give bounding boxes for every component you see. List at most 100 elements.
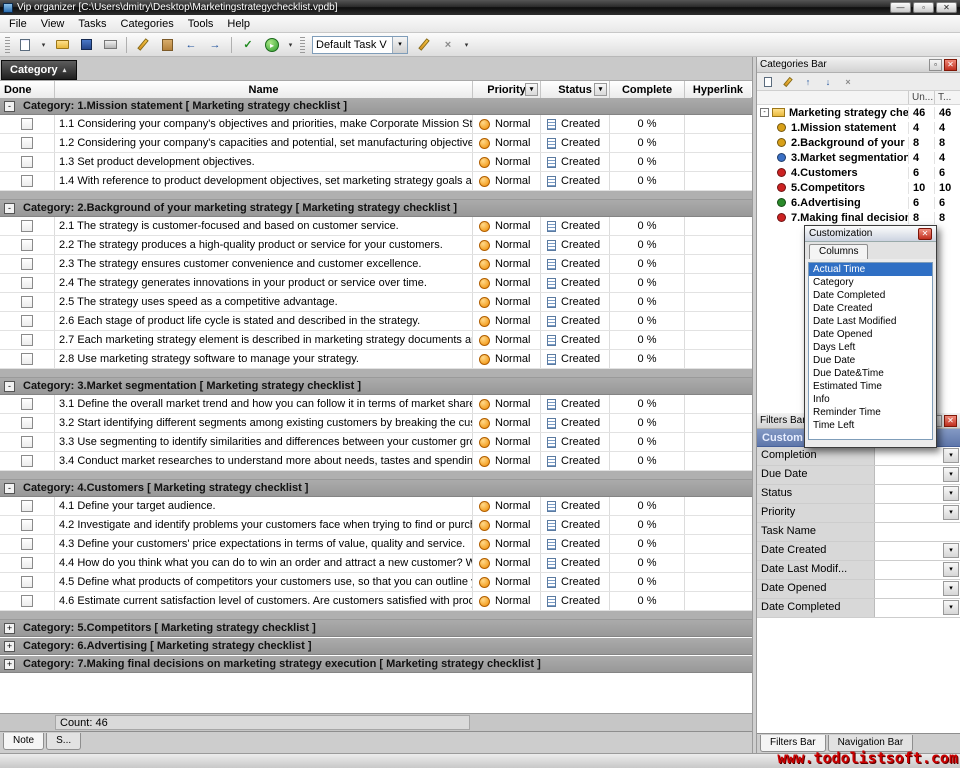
customization-list-item[interactable]: Date Completed	[809, 289, 932, 302]
category-group-header[interactable]: -Category: 1.Mission statement [ Marketi…	[0, 98, 752, 115]
task-checkbox[interactable]	[21, 118, 33, 130]
task-checkbox[interactable]	[21, 557, 33, 569]
customization-list-item[interactable]: Date Created	[809, 302, 932, 315]
add-category-button[interactable]	[759, 74, 777, 89]
template-options-dropdown[interactable]: ▾	[461, 35, 472, 55]
task-checkbox[interactable]	[21, 576, 33, 588]
edit-task-button[interactable]	[132, 35, 154, 55]
filter-value-field[interactable]: ▾	[875, 466, 960, 484]
undo-button[interactable]: ←	[180, 35, 202, 55]
sync-button[interactable]: ▸	[261, 35, 283, 55]
customization-list-item[interactable]: Date Last Modified	[809, 315, 932, 328]
column-header-priority[interactable]: Priority▾	[473, 81, 541, 98]
column-filter-dropdown[interactable]: ▾	[525, 83, 538, 96]
customization-list-item[interactable]: Estimated Time	[809, 380, 932, 393]
expand-icon[interactable]: +	[4, 641, 15, 652]
category-tree-item[interactable]: 6.Advertising66	[757, 195, 960, 210]
category-tree-item[interactable]: 1.Mission statement44	[757, 120, 960, 135]
maximize-button[interactable]: ▫	[913, 2, 934, 13]
task-row[interactable]: 2.5 The strategy uses speed as a competi…	[0, 293, 752, 312]
filter-value-field[interactable]: ▾	[875, 485, 960, 503]
task-row[interactable]: 3.1 Define the overall market trend and …	[0, 395, 752, 414]
total-column-header[interactable]: T...	[934, 91, 960, 104]
task-row[interactable]: 3.4 Conduct market researches to underst…	[0, 452, 752, 471]
collapse-icon[interactable]: -	[4, 203, 15, 214]
filter-value-field[interactable]	[875, 523, 960, 541]
chevron-down-icon[interactable]: ▾	[392, 37, 407, 53]
category-tree-root[interactable]: -Marketing strategy checkl4646	[757, 105, 960, 120]
task-checkbox[interactable]	[21, 220, 33, 232]
customization-list-item[interactable]: Actual Time	[809, 263, 932, 276]
filter-dropdown-icon[interactable]: ▾	[943, 448, 959, 463]
move-category-up-button[interactable]: ↑	[799, 74, 817, 89]
collapse-icon[interactable]: -	[4, 101, 15, 112]
customization-title-bar[interactable]: Customization ✕	[805, 226, 936, 242]
category-group-header[interactable]: -Category: 4.Customers [ Marketing strat…	[0, 480, 752, 497]
task-template-combobox[interactable]: Default Task V ▾	[312, 36, 408, 54]
task-checkbox[interactable]	[21, 334, 33, 346]
panel-toggle-button[interactable]: ▫	[929, 59, 942, 71]
task-checkbox[interactable]	[21, 519, 33, 531]
menu-item-tasks[interactable]: Tasks	[71, 16, 113, 32]
task-row[interactable]: 3.3 Use segmenting to identify similarit…	[0, 433, 752, 452]
task-checkbox[interactable]	[21, 353, 33, 365]
column-header-hyperlink[interactable]: Hyperlink	[685, 81, 751, 98]
customization-list-item[interactable]: Due Date	[809, 354, 932, 367]
toolbar-drag-handle[interactable]	[300, 37, 305, 53]
task-checkbox[interactable]	[21, 595, 33, 607]
filter-dropdown-icon[interactable]: ▾	[943, 505, 959, 520]
task-checkbox[interactable]	[21, 239, 33, 251]
task-row[interactable]: 2.1 The strategy is customer-focused and…	[0, 217, 752, 236]
column-header-status[interactable]: Status▾	[541, 81, 610, 98]
toolbar-drag-handle[interactable]	[5, 37, 10, 53]
task-row[interactable]: 2.7 Each marketing strategy element is d…	[0, 331, 752, 350]
task-row[interactable]: 2.3 The strategy ensures customer conven…	[0, 255, 752, 274]
category-tree-item[interactable]: 5.Competitors1010	[757, 180, 960, 195]
category-group-header[interactable]: -Category: 2.Background of your marketin…	[0, 200, 752, 217]
expand-icon[interactable]: +	[4, 659, 15, 670]
task-row[interactable]: 1.1 Considering your company's objective…	[0, 115, 752, 134]
edit-category-button[interactable]	[779, 74, 797, 89]
category-tree-item[interactable]: 3.Market segmentation44	[757, 150, 960, 165]
menu-item-help[interactable]: Help	[220, 16, 257, 32]
category-tree-item[interactable]: 2.Background of your mar88	[757, 135, 960, 150]
customization-list-item[interactable]: Time Left	[809, 419, 932, 432]
customization-list-item[interactable]: Info	[809, 393, 932, 406]
customization-list-item[interactable]: Date Opened	[809, 328, 932, 341]
task-row[interactable]: 2.6 Each stage of product life cycle is …	[0, 312, 752, 331]
task-row[interactable]: 4.5 Define what products of competitors …	[0, 573, 752, 592]
task-checkbox[interactable]	[21, 156, 33, 168]
task-row[interactable]: 4.4 How do you think what you can do to …	[0, 554, 752, 573]
task-checkbox[interactable]	[21, 455, 33, 467]
column-header-complete[interactable]: Complete	[610, 81, 685, 98]
category-group-header[interactable]: +Category: 7.Making final decisions on m…	[0, 656, 752, 673]
menu-item-categories[interactable]: Categories	[114, 16, 181, 32]
task-checkbox[interactable]	[21, 258, 33, 270]
filter-dropdown-icon[interactable]: ▾	[943, 600, 959, 615]
customization-close-button[interactable]: ✕	[918, 228, 932, 240]
menu-item-file[interactable]: File	[2, 16, 34, 32]
tab-subtasks[interactable]: S...	[46, 733, 81, 750]
category-tree-item[interactable]: 7.Making final decisions o88	[757, 210, 960, 225]
category-tree-item[interactable]: 4.Customers66	[757, 165, 960, 180]
task-checkbox[interactable]	[21, 436, 33, 448]
filter-dropdown-icon[interactable]: ▾	[943, 543, 959, 558]
task-row[interactable]: 3.2 Start identifying different segments…	[0, 414, 752, 433]
task-row[interactable]: 4.3 Define your customers' price expecta…	[0, 535, 752, 554]
panel-close-button[interactable]: ✕	[944, 415, 957, 427]
filter-value-field[interactable]: ▾	[875, 504, 960, 522]
menu-item-view[interactable]: View	[34, 16, 72, 32]
open-file-button[interactable]	[51, 35, 73, 55]
task-row[interactable]: 1.3 Set product development objectives.N…	[0, 153, 752, 172]
task-row[interactable]: 4.2 Investigate and identify problems yo…	[0, 516, 752, 535]
minimize-button[interactable]: —	[890, 2, 911, 13]
close-button[interactable]: ✕	[936, 2, 957, 13]
redo-button[interactable]: →	[204, 35, 226, 55]
task-checkbox[interactable]	[21, 315, 33, 327]
collapse-icon[interactable]: -	[4, 483, 15, 494]
filter-dropdown-icon[interactable]: ▾	[943, 486, 959, 501]
print-button[interactable]	[99, 35, 121, 55]
task-checkbox[interactable]	[21, 137, 33, 149]
task-checkbox[interactable]	[21, 398, 33, 410]
filter-dropdown-icon[interactable]: ▾	[943, 562, 959, 577]
